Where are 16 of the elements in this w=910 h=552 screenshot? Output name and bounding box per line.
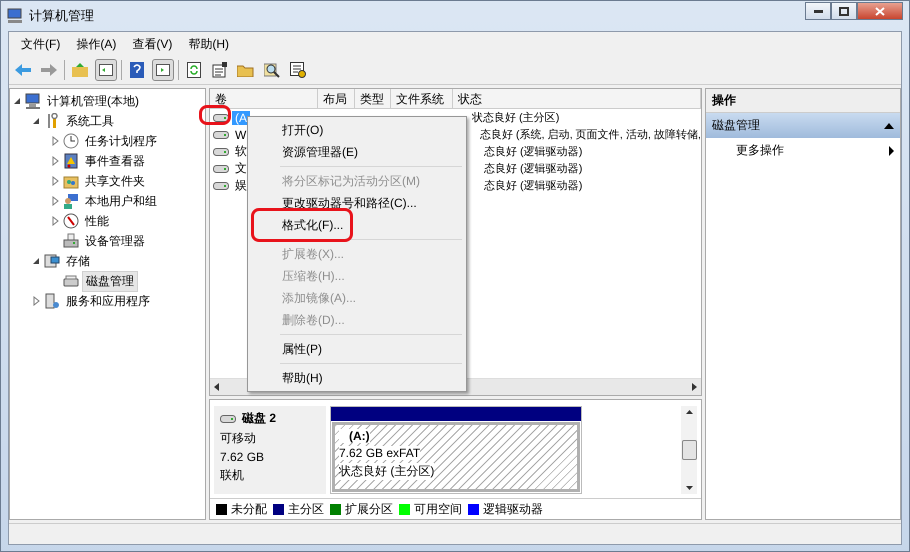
table-cell-text: 态良好 (逻辑驱动器) bbox=[484, 144, 582, 159]
legend-label: 主分区 bbox=[288, 500, 324, 518]
legend-label: 未分配 bbox=[231, 500, 267, 518]
disk-name: 磁盘 2 bbox=[242, 410, 276, 427]
table-cell-text: 状态良好 (主分区) bbox=[472, 110, 560, 125]
window-title: 计算机管理 bbox=[29, 7, 94, 25]
table-cell-text: 态良好 (逻辑驱动器) bbox=[484, 162, 582, 176]
legend-label: 扩展分区 bbox=[345, 500, 393, 518]
legend-label: 逻辑驱动器 bbox=[483, 500, 543, 518]
actions-header: 操作 bbox=[706, 89, 900, 113]
disk-type: 可移动 bbox=[220, 430, 257, 447]
disk-size: 7.62 GB bbox=[220, 450, 266, 464]
legend-label: 可用空间 bbox=[414, 500, 462, 518]
table-cell-text: 态良好 (系统, 启动, 页面文件, 活动, 故障转储, bbox=[480, 128, 701, 142]
table-cell-text: 态良好 (逻辑驱动器) bbox=[484, 178, 582, 193]
disk-state: 联机 bbox=[220, 467, 245, 484]
